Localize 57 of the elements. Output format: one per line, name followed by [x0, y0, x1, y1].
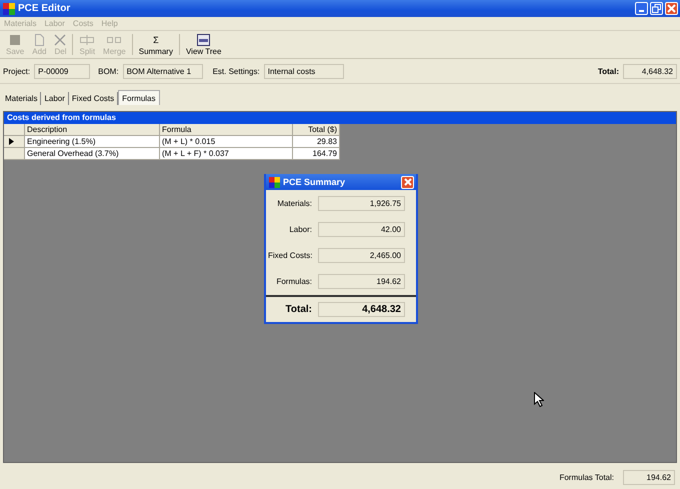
- summary-label: Formulas:: [275, 277, 312, 286]
- current-row-icon: [9, 138, 14, 145]
- page-icon: [33, 34, 46, 46]
- app-icon: [269, 176, 280, 188]
- formulas-total-field[interactable]: 194.62: [623, 470, 675, 484]
- close-button[interactable]: [665, 2, 678, 15]
- total-field[interactable]: 4,648.32: [623, 64, 677, 78]
- close-icon: [667, 4, 676, 13]
- summary-label: Fixed Costs:: [268, 251, 312, 260]
- summary-field[interactable]: 42.00: [318, 222, 405, 237]
- column-header[interactable]: Total ($): [293, 124, 340, 136]
- corner-cell: [4, 124, 25, 136]
- dialog-title: PCE Summary: [283, 177, 346, 187]
- tab[interactable]: Labor: [41, 92, 69, 105]
- close-icon: [404, 178, 412, 186]
- summary-field[interactable]: 2,465.00: [318, 248, 405, 263]
- table-cell: Engineering (1.5%): [25, 136, 160, 148]
- square-icon: [9, 34, 22, 46]
- column-header[interactable]: Description: [25, 124, 160, 136]
- cursor-icon: [534, 392, 544, 407]
- table-cell: (M + L) * 0.015: [160, 136, 293, 148]
- app-icon: [3, 2, 15, 14]
- field-label: BOM:: [98, 66, 119, 76]
- close-button[interactable]: [401, 176, 414, 188]
- grid-caption: Costs derived from formulas: [4, 112, 676, 124]
- total-field[interactable]: 4,648.32: [318, 302, 405, 317]
- toolbar-button[interactable]: Σ Summary: [134, 31, 177, 58]
- table-cell: General Overhead (3.7%): [25, 148, 160, 160]
- restore-icon: [652, 4, 661, 13]
- minimize-button[interactable]: [635, 2, 648, 15]
- table-cell: 164.79: [293, 148, 340, 160]
- total-label: Total:: [284, 304, 312, 315]
- window-icon: [197, 34, 210, 46]
- delete-icon: [54, 34, 66, 46]
- column-header[interactable]: Formula: [160, 124, 293, 136]
- field-label: Est. Settings:: [212, 66, 260, 76]
- table-cell: (M + L + F) * 0.037: [160, 148, 293, 160]
- field-label: Project:: [3, 66, 30, 76]
- summary-field[interactable]: 1,926.75: [318, 196, 405, 211]
- row-header[interactable]: [4, 136, 25, 148]
- summary-label: Materials:: [276, 199, 312, 208]
- text-field[interactable]: P-00009: [34, 64, 90, 78]
- toolbar-button[interactable]: View Tree: [182, 31, 226, 58]
- restore-button[interactable]: [650, 2, 663, 15]
- summary-label: Labor:: [288, 225, 312, 234]
- tab[interactable]: Formulas: [118, 90, 160, 105]
- sigma-icon: Σ: [153, 34, 159, 46]
- text-field[interactable]: BOM Alternative 1: [122, 64, 203, 78]
- footer-label: Formulas Total:: [559, 472, 614, 482]
- minimize-icon: [639, 10, 644, 12]
- table-cell: 29.83: [293, 136, 340, 148]
- window-title: PCE Editor: [18, 3, 70, 14]
- text-field[interactable]: Internal costs: [264, 64, 344, 78]
- total-label: Total:: [598, 66, 619, 76]
- tab[interactable]: Materials: [2, 92, 42, 105]
- summary-field[interactable]: 194.62: [318, 274, 405, 289]
- split-icon: [80, 34, 94, 46]
